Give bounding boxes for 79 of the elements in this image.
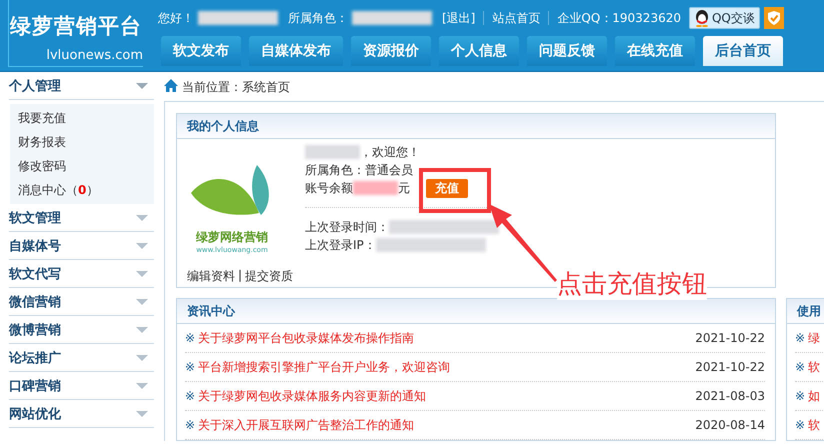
sidebar-item[interactable]: 消息中心（0） xyxy=(10,178,154,202)
date-text: 2021-10-22 xyxy=(695,360,765,374)
company-qq-text: 企业QQ：190323620 xyxy=(557,10,681,26)
logo-title: 绿萝营销平台 xyxy=(10,12,142,40)
edit-profile-link[interactable]: 编辑资料 xyxy=(187,268,235,285)
bullet-mark: ※ xyxy=(185,360,196,374)
panel-title: 资讯中心 xyxy=(177,299,775,324)
guide-link[interactable]: 如 xyxy=(808,388,824,404)
caret-down-icon xyxy=(136,354,148,360)
sidebar-group[interactable]: 软文管理 xyxy=(9,204,154,232)
nav-tab[interactable]: 在线充值 xyxy=(615,36,695,66)
greeting-text: 您好！ xyxy=(158,10,194,26)
caret-down-icon xyxy=(136,326,148,332)
news-link[interactable]: 关于绿萝网包收录媒体服务内容更新的通知 xyxy=(198,388,696,404)
role-text: 所属角色：普通会员 xyxy=(305,162,413,178)
submit-qualification-link[interactable]: 提交资质 xyxy=(245,268,294,285)
logo-text: 绿萝网络营销 xyxy=(196,229,268,246)
separator-text: | xyxy=(238,268,242,284)
sidebar-group[interactable]: 论坛推广 xyxy=(9,344,154,372)
nav-tab[interactable]: 自媒体发布 xyxy=(249,36,343,66)
site-home-link[interactable]: 站点首页 xyxy=(492,10,540,26)
nav-tab[interactable]: 问题反馈 xyxy=(527,36,607,66)
nav-tab[interactable]: 软文发布 xyxy=(161,36,241,66)
blurred-block xyxy=(353,181,398,195)
date-text: 2021-10-22 xyxy=(695,331,765,345)
role-label: 所属角色： xyxy=(288,10,348,26)
sidebar-item[interactable]: 我要充值 xyxy=(10,106,154,130)
sidebar-group[interactable]: 自媒体号 xyxy=(9,232,154,260)
sidebar-item[interactable]: 修改密码 xyxy=(10,154,154,178)
logo-domain: lvluonews.com xyxy=(46,48,143,63)
caret-down-icon xyxy=(136,270,148,276)
balance-label: 账号余额 xyxy=(305,180,353,196)
bullet-mark: ※ xyxy=(795,389,806,403)
bullet-mark: ※ xyxy=(795,418,806,432)
bullet-mark: ※ xyxy=(795,331,806,345)
blurred-block xyxy=(305,145,360,159)
welcome-text: ，欢迎您！ xyxy=(360,144,420,160)
date-text: 2020-08-14 xyxy=(695,418,765,432)
guide-link[interactable]: 绿 xyxy=(808,330,824,346)
last-login-ip-label: 上次登录IP： xyxy=(305,236,376,254)
guide-link[interactable]: 软 xyxy=(808,358,824,376)
sidebar-item[interactable]: 财务报表 xyxy=(10,130,154,154)
nav-tab[interactable]: 个人信息 xyxy=(439,36,519,66)
last-login-time-label: 上次登录时间： xyxy=(305,218,389,236)
panel-title: 使用 xyxy=(787,299,824,324)
recharge-button[interactable]: 充值 xyxy=(426,178,468,198)
news-link[interactable]: 关于绿萝网平台包收录媒体发布操作指南 xyxy=(198,330,696,346)
caret-down-icon xyxy=(136,242,148,248)
nav-tab[interactable]: 资源报价 xyxy=(351,36,431,66)
nav-tab[interactable]: 后台首页 xyxy=(703,36,783,66)
bullet-mark: ※ xyxy=(795,360,806,374)
bullet-mark: ※ xyxy=(185,331,196,345)
caret-down-icon xyxy=(136,410,148,416)
bullet-mark: ※ xyxy=(185,389,196,403)
caret-down-icon xyxy=(136,382,148,388)
news-link[interactable]: 关于深入开展互联网广告整治工作的通知 xyxy=(198,416,696,434)
panel-title: 我的个人信息 xyxy=(177,114,775,139)
highlight-frame xyxy=(419,168,491,213)
home-icon xyxy=(164,79,178,95)
logout-link[interactable]: [退出] xyxy=(442,10,476,26)
breadcrumb-text: 当前位置：系统首页 xyxy=(182,78,290,96)
sidebar-group[interactable]: 软文代写 xyxy=(9,260,154,288)
caret-down-icon xyxy=(136,298,148,304)
sidebar-group[interactable]: 个人管理 xyxy=(9,72,154,100)
penguin-icon xyxy=(694,9,710,27)
caret-down-icon xyxy=(136,214,148,220)
sidebar-group[interactable]: 微博营销 xyxy=(9,316,154,344)
guide-link[interactable]: 软 xyxy=(808,416,824,434)
sidebar-group[interactable]: 网站优化 xyxy=(9,400,154,428)
bullet-mark: ※ xyxy=(185,418,196,432)
caret-down-icon xyxy=(136,82,148,88)
news-link[interactable]: 平台新增搜索引擎推广平台开户业务，欢迎咨询 xyxy=(198,358,696,376)
shield-check-icon xyxy=(764,7,784,29)
qq-chat-button[interactable]: QQ交谈 xyxy=(688,7,760,29)
arrow-icon xyxy=(489,204,557,282)
sidebar-group[interactable]: 口碑营销 xyxy=(9,372,154,400)
date-text: 2021-08-03 xyxy=(695,389,765,403)
sidebar-group[interactable]: 微信营销 xyxy=(9,288,154,316)
currency-text: 元 xyxy=(398,180,410,196)
